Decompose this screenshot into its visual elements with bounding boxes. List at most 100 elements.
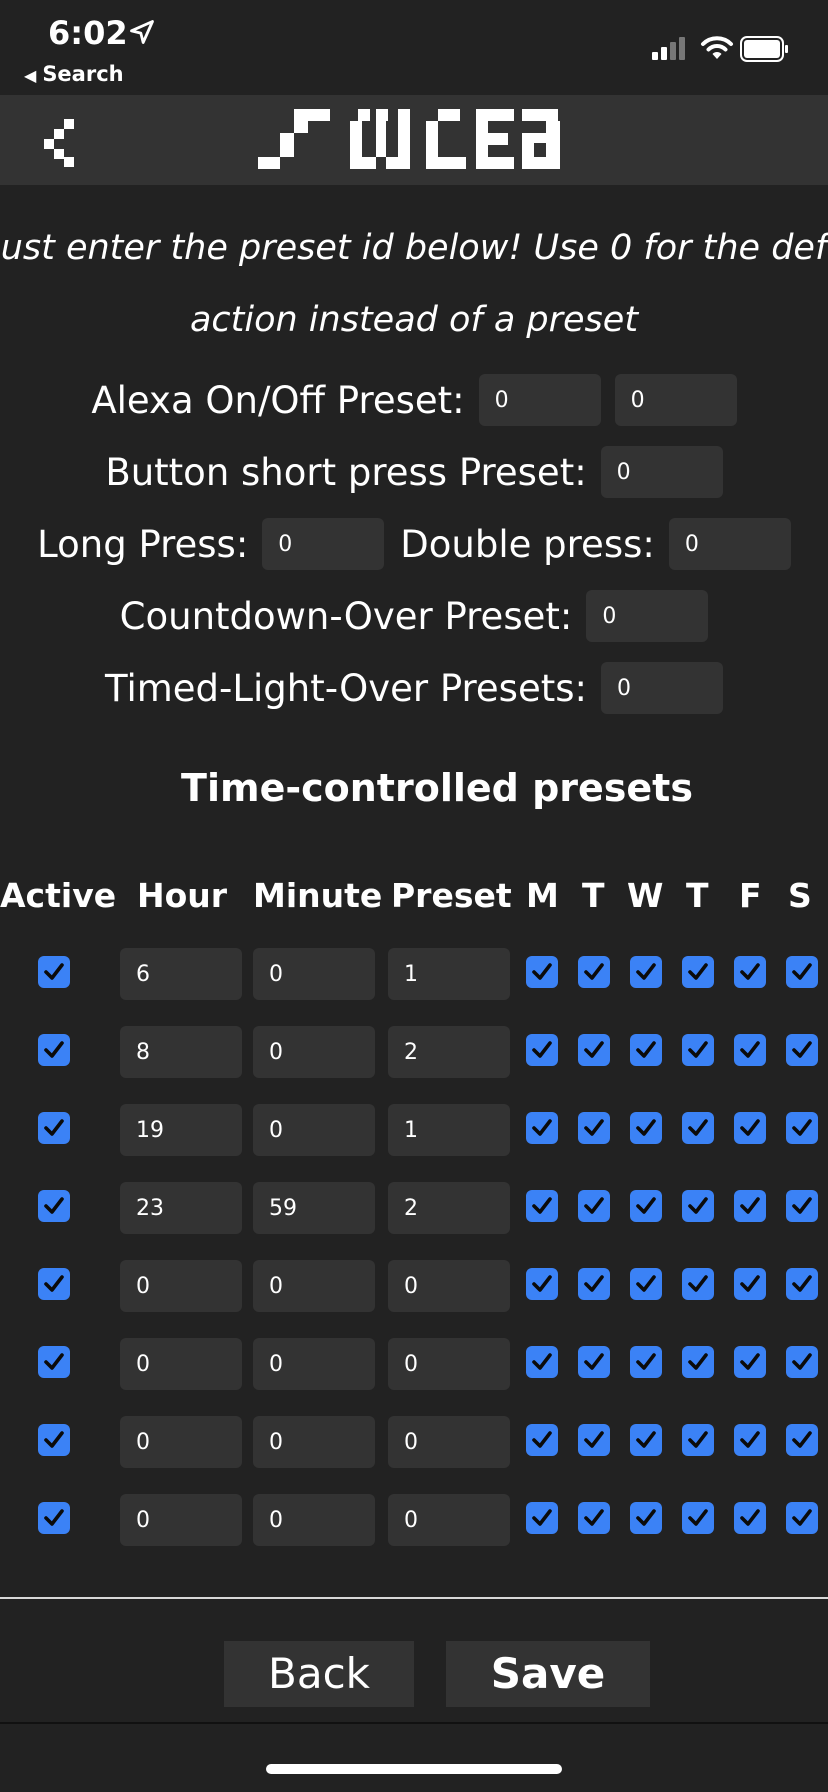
- checkmark-icon: [584, 963, 604, 980]
- chevron-left-icon[interactable]: [40, 119, 88, 167]
- checkmark-icon: [688, 1353, 708, 1370]
- active-checkbox[interactable]: [38, 1346, 70, 1378]
- alexa-on-preset-input[interactable]: 0: [478, 374, 601, 426]
- countdown-preset-input[interactable]: 0: [586, 590, 709, 642]
- day-checkbox-thu[interactable]: [682, 1034, 714, 1066]
- day-checkbox-sat[interactable]: [786, 1034, 818, 1066]
- hour-input[interactable]: 0: [120, 1494, 242, 1546]
- active-checkbox[interactable]: [38, 956, 70, 988]
- long-press-preset-input[interactable]: 0: [262, 518, 385, 570]
- day-checkbox-fri[interactable]: [734, 1112, 766, 1144]
- minute-input[interactable]: 0: [253, 1260, 375, 1312]
- day-checkbox-mon[interactable]: [526, 1268, 558, 1300]
- checkmark-icon: [532, 1197, 552, 1214]
- day-checkbox-sat[interactable]: [786, 1112, 818, 1144]
- day-checkbox-wed[interactable]: [630, 1034, 662, 1066]
- double-press-preset-input[interactable]: 0: [668, 518, 791, 570]
- checkmark-icon: [792, 1041, 812, 1058]
- day-checkbox-mon[interactable]: [526, 1502, 558, 1534]
- preset-input[interactable]: 1: [388, 1104, 510, 1156]
- minute-input[interactable]: 0: [253, 948, 375, 1000]
- day-checkbox-fri[interactable]: [734, 1268, 766, 1300]
- hour-input[interactable]: 0: [120, 1338, 242, 1390]
- active-checkbox[interactable]: [38, 1112, 70, 1144]
- day-checkbox-sat[interactable]: [786, 1268, 818, 1300]
- day-checkbox-mon[interactable]: [526, 1190, 558, 1222]
- day-checkbox-mon[interactable]: [526, 1034, 558, 1066]
- active-checkbox[interactable]: [38, 1502, 70, 1534]
- day-checkbox-thu[interactable]: [682, 1346, 714, 1378]
- checkmark-icon: [584, 1509, 604, 1526]
- hour-input[interactable]: 0: [120, 1260, 242, 1312]
- battery-icon: [740, 36, 788, 62]
- minute-input[interactable]: 0: [253, 1338, 375, 1390]
- day-checkbox-mon[interactable]: [526, 1346, 558, 1378]
- preset-input[interactable]: 2: [388, 1182, 510, 1234]
- preset-input[interactable]: 0: [388, 1416, 510, 1468]
- active-checkbox[interactable]: [38, 1034, 70, 1066]
- day-checkbox-sat[interactable]: [786, 1424, 818, 1456]
- day-checkbox-sat[interactable]: [786, 956, 818, 988]
- long-double-press-row: Long Press: 0 Double press: 0: [0, 518, 828, 570]
- active-checkbox[interactable]: [38, 1424, 70, 1456]
- hour-input[interactable]: 0: [120, 1416, 242, 1468]
- hour-input[interactable]: 19: [120, 1104, 242, 1156]
- preset-input[interactable]: 0: [388, 1338, 510, 1390]
- day-checkbox-tue[interactable]: [578, 1190, 610, 1222]
- hour-input[interactable]: 23: [120, 1182, 242, 1234]
- hour-input[interactable]: 8: [120, 1026, 242, 1078]
- day-checkbox-tue[interactable]: [578, 1346, 610, 1378]
- day-checkbox-tue[interactable]: [578, 1112, 610, 1144]
- day-checkbox-tue[interactable]: [578, 956, 610, 988]
- day-checkbox-wed[interactable]: [630, 1190, 662, 1222]
- day-checkbox-fri[interactable]: [734, 1346, 766, 1378]
- minute-input[interactable]: 0: [253, 1104, 375, 1156]
- day-checkbox-wed[interactable]: [630, 1268, 662, 1300]
- active-checkbox[interactable]: [38, 1190, 70, 1222]
- day-checkbox-mon[interactable]: [526, 956, 558, 988]
- day-checkbox-tue[interactable]: [578, 1502, 610, 1534]
- minute-input[interactable]: 59: [253, 1182, 375, 1234]
- day-checkbox-fri[interactable]: [734, 1190, 766, 1222]
- preset-input[interactable]: 2: [388, 1026, 510, 1078]
- day-checkbox-wed[interactable]: [630, 1502, 662, 1534]
- alexa-off-preset-input[interactable]: 0: [614, 374, 737, 426]
- day-checkbox-sat[interactable]: [786, 1502, 818, 1534]
- day-checkbox-tue[interactable]: [578, 1034, 610, 1066]
- instruction-line-1: ust enter the preset id below! Use 0 for…: [0, 228, 828, 268]
- short-press-preset-input[interactable]: 0: [600, 446, 723, 498]
- save-button[interactable]: Save: [446, 1641, 650, 1707]
- back-to-app-link[interactable]: ◀ Search: [24, 62, 124, 86]
- top-nav-bar: [0, 95, 828, 185]
- day-checkbox-mon[interactable]: [526, 1112, 558, 1144]
- day-checkbox-sat[interactable]: [786, 1346, 818, 1378]
- day-checkbox-fri[interactable]: [734, 1424, 766, 1456]
- day-checkbox-wed[interactable]: [630, 1424, 662, 1456]
- day-checkbox-fri[interactable]: [734, 1034, 766, 1066]
- day-checkbox-tue[interactable]: [578, 1424, 610, 1456]
- day-checkbox-fri[interactable]: [734, 956, 766, 988]
- preset-input[interactable]: 1: [388, 948, 510, 1000]
- day-checkbox-thu[interactable]: [682, 956, 714, 988]
- day-checkbox-mon[interactable]: [526, 1424, 558, 1456]
- day-checkbox-thu[interactable]: [682, 1112, 714, 1144]
- minute-input[interactable]: 0: [253, 1416, 375, 1468]
- day-checkbox-wed[interactable]: [630, 1112, 662, 1144]
- timed-light-preset-input[interactable]: 0: [600, 662, 723, 714]
- hour-input[interactable]: 6: [120, 948, 242, 1000]
- minute-input[interactable]: 0: [253, 1494, 375, 1546]
- day-checkbox-thu[interactable]: [682, 1502, 714, 1534]
- back-button[interactable]: Back: [224, 1641, 414, 1707]
- day-checkbox-sat[interactable]: [786, 1190, 818, 1222]
- minute-input[interactable]: 0: [253, 1026, 375, 1078]
- day-checkbox-thu[interactable]: [682, 1190, 714, 1222]
- day-checkbox-tue[interactable]: [578, 1268, 610, 1300]
- preset-input[interactable]: 0: [388, 1494, 510, 1546]
- day-checkbox-wed[interactable]: [630, 956, 662, 988]
- day-checkbox-thu[interactable]: [682, 1424, 714, 1456]
- active-checkbox[interactable]: [38, 1268, 70, 1300]
- day-checkbox-wed[interactable]: [630, 1346, 662, 1378]
- preset-input[interactable]: 0: [388, 1260, 510, 1312]
- day-checkbox-fri[interactable]: [734, 1502, 766, 1534]
- day-checkbox-thu[interactable]: [682, 1268, 714, 1300]
